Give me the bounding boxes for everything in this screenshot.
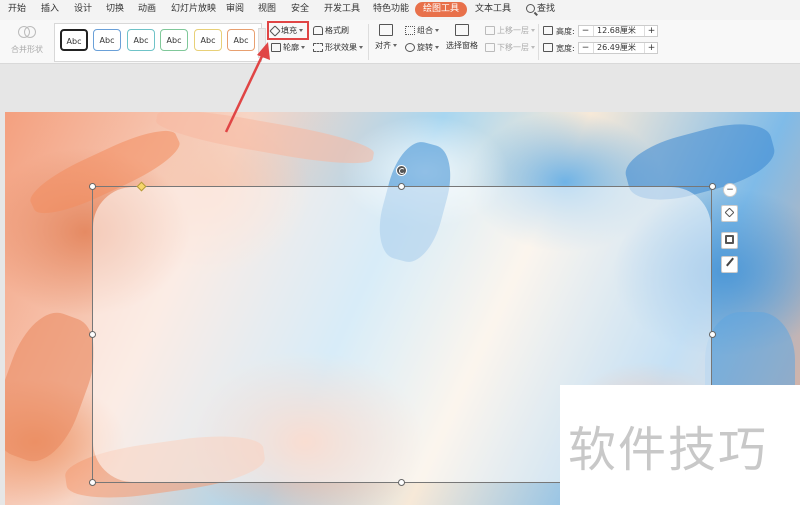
- shape-effects-button[interactable]: 形状效果: [313, 42, 363, 54]
- height-icon: [543, 26, 553, 35]
- rotate-icon: [405, 43, 415, 52]
- format-painter-icon: [313, 26, 323, 35]
- rotate-handle-icon[interactable]: [396, 165, 407, 176]
- selection-pane-label: 选择窗格: [446, 41, 478, 50]
- selection-pane-button[interactable]: 选择窗格: [446, 24, 478, 51]
- rotate-button[interactable]: 旋转: [405, 42, 439, 54]
- rotate-label: 旋转: [417, 43, 433, 52]
- chevron-down-icon: [435, 46, 439, 49]
- width-icon: [543, 43, 553, 52]
- bring-forward-label: 上移一层: [497, 26, 529, 35]
- chevron-down-icon: [301, 46, 305, 49]
- group-icon: [405, 26, 415, 35]
- chevron-down-icon: [531, 46, 535, 49]
- search-label: 查找: [537, 4, 556, 14]
- style-swatch-6[interactable]: Abc: [227, 29, 255, 51]
- send-backward-icon: [485, 43, 495, 52]
- height-input[interactable]: 12.68厘米: [593, 26, 645, 36]
- align-icon: [379, 24, 393, 36]
- format-painter-button[interactable]: 格式刷: [313, 25, 349, 37]
- menu-bar: 开始 插入 设计 切换 动画 幻灯片放映 审阅 视图 安全 开发工具 特色功能 …: [0, 0, 800, 20]
- send-backward-label: 下移一层: [497, 43, 529, 52]
- quick-fill-button[interactable]: [721, 205, 738, 222]
- tab-design[interactable]: 设计: [74, 2, 92, 17]
- width-decrease-button[interactable]: −: [580, 43, 591, 53]
- group-button[interactable]: 组合: [405, 25, 439, 37]
- tab-security[interactable]: 安全: [291, 2, 309, 17]
- align-label: 对齐: [375, 41, 391, 50]
- quick-edit-button[interactable]: [721, 256, 738, 273]
- tab-special[interactable]: 特色功能: [373, 2, 409, 17]
- tab-developer[interactable]: 开发工具: [324, 2, 360, 17]
- search-button[interactable]: 查找: [526, 2, 555, 17]
- tab-view[interactable]: 视图: [258, 2, 276, 17]
- chevron-down-icon: [359, 46, 363, 49]
- merge-shapes-label: 合并形状: [11, 45, 43, 54]
- send-backward-button[interactable]: 下移一层: [485, 42, 535, 54]
- merge-shapes-icon: [18, 26, 36, 40]
- chevron-down-icon: [435, 29, 439, 32]
- tab-text-tools[interactable]: 文本工具: [475, 2, 511, 17]
- collapse-toolbar-button[interactable]: −: [723, 183, 737, 197]
- style-swatch-4[interactable]: Abc: [160, 29, 188, 51]
- watermark-text: 软件技巧: [568, 422, 769, 478]
- group-divider: [538, 24, 539, 60]
- shape-style-gallery: Abc Abc Abc Abc Abc Abc: [54, 23, 262, 62]
- resize-handle-left[interactable]: [89, 331, 96, 338]
- search-icon: [526, 4, 535, 13]
- gallery-more-button[interactable]: [258, 28, 266, 58]
- resize-handle-top-right[interactable]: [709, 183, 716, 190]
- align-button[interactable]: 对齐: [374, 24, 398, 51]
- bring-forward-button[interactable]: 上移一层: [485, 25, 535, 37]
- outline-icon: [271, 43, 281, 52]
- width-input[interactable]: 26.49厘米: [593, 43, 645, 53]
- pencil-icon: [725, 257, 734, 267]
- height-decrease-button[interactable]: −: [580, 26, 591, 36]
- resize-handle-right[interactable]: [709, 331, 716, 338]
- tab-review[interactable]: 审阅: [226, 2, 244, 17]
- width-increase-button[interactable]: +: [646, 43, 657, 53]
- resize-handle-bottom[interactable]: [398, 479, 405, 486]
- merge-shapes-button[interactable]: 合并形状: [7, 24, 47, 60]
- resize-handle-top-left[interactable]: [89, 183, 96, 190]
- chevron-down-icon: [531, 29, 535, 32]
- outline-icon: [725, 235, 734, 244]
- style-swatch-1[interactable]: Abc: [60, 29, 88, 51]
- height-spinner: − 12.68厘米 +: [578, 25, 658, 37]
- group-divider: [368, 24, 369, 60]
- shape-effects-icon: [313, 43, 323, 52]
- fill-bucket-icon: [724, 207, 735, 218]
- tab-animation[interactable]: 动画: [138, 2, 156, 17]
- height-increase-button[interactable]: +: [646, 26, 657, 36]
- height-label: 高度:: [556, 27, 575, 36]
- style-swatch-3[interactable]: Abc: [127, 29, 155, 51]
- selection-pane-icon: [455, 24, 469, 36]
- outline-label: 轮廓: [283, 43, 299, 52]
- resize-handle-top[interactable]: [398, 183, 405, 190]
- bring-forward-icon: [485, 26, 495, 35]
- shape-effects-label: 形状效果: [325, 43, 357, 52]
- width-spinner: − 26.49厘米 +: [578, 42, 658, 54]
- tab-drawing-tools[interactable]: 绘图工具: [415, 2, 468, 17]
- format-painter-label: 格式刷: [325, 26, 349, 35]
- fill-highlight-box: [267, 21, 309, 40]
- chevron-down-icon: [393, 44, 397, 47]
- resize-handle-bottom-left[interactable]: [89, 479, 96, 486]
- style-swatch-5[interactable]: Abc: [194, 29, 222, 51]
- tab-transition[interactable]: 切换: [106, 2, 124, 17]
- ribbon: 合并形状 Abc Abc Abc Abc Abc Abc 填充 轮廓 格式刷 形…: [0, 20, 800, 64]
- tab-slideshow[interactable]: 幻灯片放映: [171, 2, 216, 17]
- tab-home[interactable]: 开始: [8, 2, 26, 17]
- outline-button[interactable]: 轮廓: [271, 42, 305, 54]
- width-label: 宽度:: [556, 44, 575, 53]
- style-swatch-2[interactable]: Abc: [93, 29, 121, 51]
- tab-insert[interactable]: 插入: [41, 2, 59, 17]
- quick-outline-button[interactable]: [721, 232, 738, 249]
- group-label: 组合: [417, 26, 433, 35]
